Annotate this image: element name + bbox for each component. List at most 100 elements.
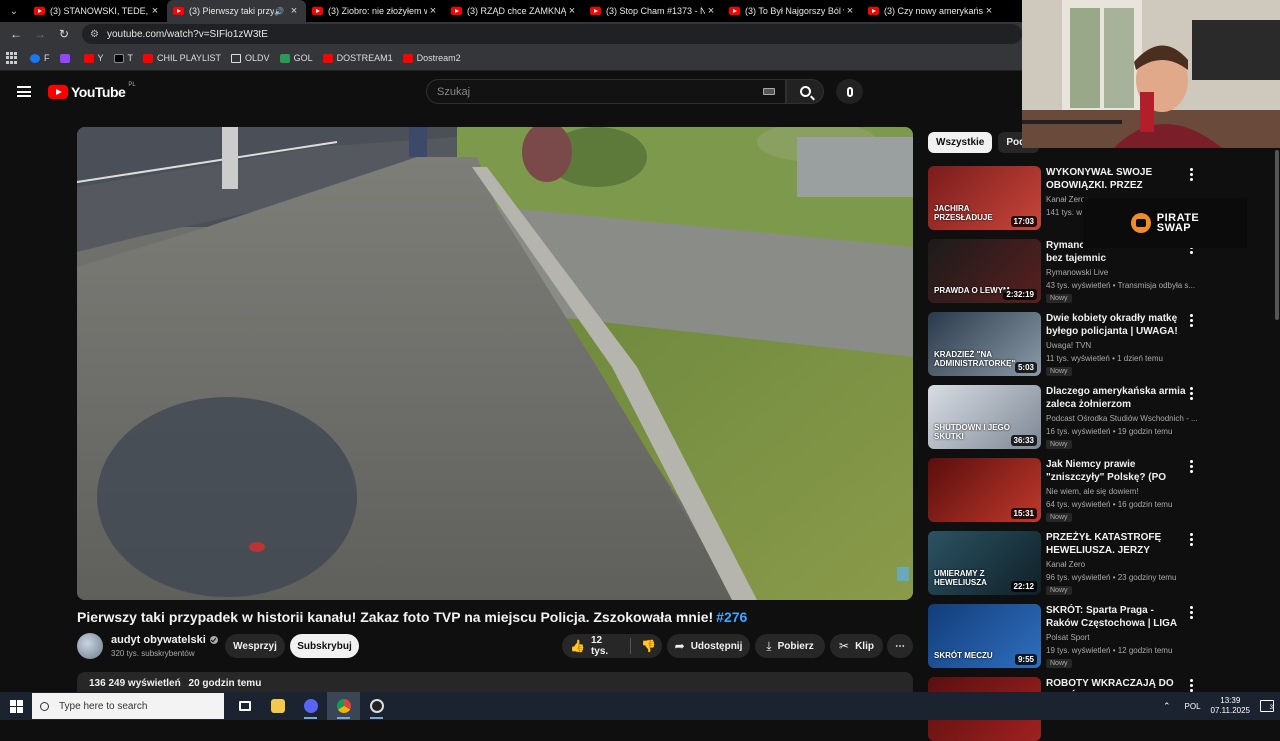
bookmark-item[interactable]: OLDV — [231, 53, 270, 63]
bookmark-item[interactable] — [59, 53, 74, 63]
forward-arrow-icon[interactable]: → — [28, 27, 52, 41]
video-hashtag[interactable]: #276 — [716, 609, 747, 625]
more-vertical-icon[interactable] — [1189, 460, 1193, 475]
bookmark-item[interactable]: T — [113, 53, 133, 63]
bookmark-item[interactable]: DOSTREAM1 — [322, 53, 393, 63]
recommended-title[interactable]: Dlaczego amerykańska armia zaleca żołnie… — [1046, 385, 1186, 411]
recommended-title[interactable]: PRZEŻYŁ KATASTROFĘ HEWELIUSZA. JERZY PET… — [1046, 531, 1186, 557]
support-label: Wesprzyj — [233, 640, 277, 652]
taskbar-search[interactable]: Type here to search — [32, 693, 224, 719]
share-button[interactable]: ➦ Udostępnij — [667, 634, 750, 658]
speaker-icon[interactable]: 🔊 — [274, 7, 284, 16]
support-button[interactable]: Wesprzyj — [225, 634, 285, 658]
browser-tab[interactable]: (3) RZĄD chce ZAMKNĄĆ × — [445, 0, 584, 22]
browser-tab[interactable]: (3) STANOWSKI, TEDE, WA× — [28, 0, 167, 22]
recommended-video[interactable]: KRADZIEŻ "NA ADMINISTRATORKĘ" 5:03 Dwie ko… — [928, 312, 1203, 376]
bookmark-item[interactable]: GOL — [279, 53, 313, 63]
like-count[interactable]: 12 tys. — [591, 635, 620, 657]
close-tab-icon[interactable]: × — [288, 5, 300, 17]
recommended-channel[interactable]: Kanał Zero — [1046, 195, 1085, 204]
subscribe-button[interactable]: Subskrybuj — [290, 634, 359, 658]
discord-icon[interactable] — [294, 692, 327, 720]
close-tab-icon[interactable]: × — [705, 5, 717, 17]
video-thumbnail[interactable]: 15:31 — [928, 458, 1041, 522]
recommended-title[interactable]: Dwie kobiety okradły matkę byłego policj… — [1046, 312, 1186, 338]
url-field[interactable]: ⚙ youtube.com/watch?v=SIFlo1zW3tE — [82, 24, 1022, 44]
recommended-title[interactable]: Jak Niemcy prawie "zniszczyły" Polskę? (… — [1046, 458, 1186, 484]
browser-tab[interactable]: (3) To Był Najgorszy Ból w × — [723, 0, 862, 22]
apps-grid-icon[interactable] — [6, 52, 18, 64]
browser-tab[interactable]: (3) Stop Cham #1373 - Na × — [584, 0, 723, 22]
recommended-title[interactable]: SKRÓT: Sparta Praga - Raków Częstochowa … — [1046, 604, 1186, 630]
recommended-video[interactable]: PRAWDA O LEWYM2:32:19Rymanow... Lewandow… — [928, 239, 1203, 303]
bookmark-item[interactable]: Dostream2 — [402, 53, 461, 63]
close-tab-icon[interactable]: × — [566, 5, 578, 17]
more-vertical-icon[interactable] — [1189, 314, 1193, 329]
thumbs-down-icon[interactable]: 👎 — [641, 639, 656, 653]
browser-tab[interactable]: (3) Ziobro: nie złożyłem w × — [306, 0, 445, 22]
close-tab-icon[interactable]: × — [427, 5, 439, 17]
bookmark-item[interactable]: Y — [83, 53, 104, 63]
close-tab-icon[interactable]: × — [844, 5, 856, 17]
recommended-channel[interactable]: Rymanowski Live — [1046, 268, 1108, 277]
recommended-video[interactable]: SHUTDOWN I JEGO SKUTKI 36:33 Dlaczego amer… — [928, 385, 1203, 449]
clip-button[interactable]: ✂ Klip — [830, 634, 883, 658]
tab-search-chevron-icon[interactable]: ⌄ — [0, 0, 28, 22]
bookmark-item[interactable]: CHIL PLAYLIST — [143, 53, 221, 63]
video-player[interactable] — [77, 127, 913, 600]
video-thumbnail[interactable]: UMIERAMY Z HEWELIUSZA 22:12 — [928, 531, 1041, 595]
video-duration: 36:33 — [1010, 435, 1037, 446]
page-scrollbar-thumb[interactable] — [1275, 150, 1279, 320]
video-thumbnail[interactable]: KRADZIEŻ "NA ADMINISTRATORKĘ" 5:03 — [928, 312, 1041, 376]
bookmark-item[interactable]: F — [30, 53, 50, 63]
video-thumbnail[interactable]: PRAWDA O LEWYM 2:32:19 — [928, 239, 1041, 303]
recommended-channel[interactable]: Nie wiem, ale się dowiem! — [1046, 487, 1138, 496]
more-vertical-icon[interactable] — [1189, 387, 1193, 402]
keyboard-icon[interactable] — [763, 88, 775, 95]
video-thumbnail[interactable]: JACHIRA PRZESŁADUJE 17:03 — [928, 166, 1041, 230]
reload-icon[interactable]: ↻ — [52, 27, 76, 41]
recommended-title[interactable]: WYKONYWAŁ SWOJE OBOWIĄZKI. PRZEZ JACHIRĘ… — [1046, 166, 1186, 192]
more-actions-button[interactable]: ⋯ — [887, 634, 913, 658]
channel-name[interactable]: audyt obywatelski — [111, 634, 218, 646]
chrome-icon[interactable] — [327, 692, 360, 720]
browser-tab[interactable]: (3) Czy nowy amerykańsk × — [862, 0, 1001, 22]
download-button[interactable]: ⤓ Pobierz — [755, 634, 825, 658]
close-tab-icon[interactable]: × — [149, 5, 161, 17]
notification-center-icon[interactable]: 3 — [1260, 700, 1274, 712]
recommended-video[interactable]: SKRÓT MECZU 9:55 SKRÓT: Sparta Praga - Rak… — [928, 604, 1203, 668]
recommended-video[interactable]: UMIERAMY Z HEWELIUSZA 22:12 PRZEŻYŁ KATAST… — [928, 531, 1203, 595]
publish-date: 20 godzin temu — [188, 678, 262, 689]
more-vertical-icon[interactable] — [1189, 533, 1193, 548]
thumbs-up-icon[interactable]: 👍 — [570, 639, 585, 653]
back-arrow-icon[interactable]: ← — [4, 27, 28, 41]
guide-menu-icon[interactable] — [17, 86, 31, 97]
task-view-icon[interactable] — [228, 692, 261, 720]
video-thumbnail[interactable]: SKRÓT MECZU 9:55 — [928, 604, 1041, 668]
video-thumbnail[interactable]: SHUTDOWN I JEGO SKUTKI 36:33 — [928, 385, 1041, 449]
recommended-video[interactable]: 15:31 Jak Niemcy prawie "zniszczyły" Pols… — [928, 458, 1203, 522]
more-vertical-icon[interactable] — [1189, 168, 1193, 183]
subscribe-label: Subskrybuj — [297, 640, 352, 652]
obs-icon[interactable] — [360, 692, 393, 720]
recommended-channel[interactable]: Polsat Sport — [1046, 633, 1090, 642]
channel-avatar[interactable] — [77, 633, 103, 659]
voice-search-button[interactable] — [836, 79, 863, 104]
windows-start-icon[interactable] — [0, 692, 32, 720]
site-info-icon[interactable]: ⚙ — [90, 29, 99, 40]
youtube-logo[interactable]: YouTube PL — [48, 82, 136, 100]
clock[interactable]: 13:39 07.11.2025 — [1211, 696, 1250, 716]
recommended-channel[interactable]: Kanał Zero — [1046, 560, 1085, 569]
browser-tab[interactable]: (3) Pierwszy taki przyp 🔊 × — [167, 0, 306, 22]
tray-expand-chevron-icon[interactable]: ⌃ — [1163, 701, 1171, 712]
recommended-channel[interactable]: Podcast Ośrodka Studiów Wschodnich - ... — [1046, 414, 1198, 423]
search-input[interactable] — [437, 85, 763, 98]
file-explorer-icon[interactable] — [261, 692, 294, 720]
recommended-channel[interactable]: Uwaga! TVN — [1046, 341, 1091, 350]
input-language[interactable]: POL — [1185, 702, 1201, 711]
more-vertical-icon[interactable] — [1189, 606, 1193, 621]
search-button[interactable] — [786, 79, 824, 104]
close-tab-icon[interactable]: × — [983, 5, 995, 17]
taskbar-search-icon — [40, 701, 49, 711]
filter-chip[interactable]: Wszystkie — [928, 132, 993, 153]
